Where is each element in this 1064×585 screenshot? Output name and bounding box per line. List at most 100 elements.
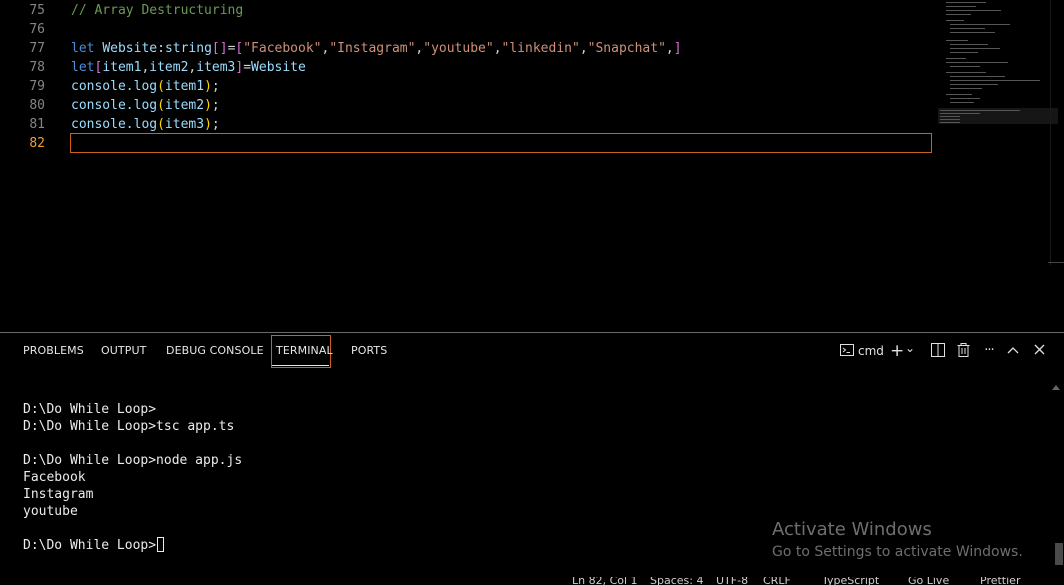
minimap-line bbox=[946, 6, 976, 7]
tab-problems[interactable]: PROBLEMS bbox=[23, 333, 84, 369]
terminal-scroll-up-arrow[interactable] bbox=[1052, 385, 1060, 390]
terminal-cursor bbox=[157, 537, 165, 552]
minimap-line bbox=[950, 98, 980, 99]
maximize-panel-chevron-up-icon[interactable] bbox=[1006, 341, 1020, 361]
minimap-line bbox=[950, 44, 988, 45]
punctuation: : bbox=[157, 41, 165, 56]
string: "linkedin" bbox=[501, 41, 580, 56]
bracket: ( bbox=[157, 117, 165, 132]
terminal-scrollbar-thumb[interactable] bbox=[1055, 543, 1063, 565]
code-editor[interactable]: 75 // Array Destructuring 76 77 let Webs… bbox=[0, 0, 1064, 332]
status-go-live[interactable]: Go Live bbox=[908, 577, 949, 585]
minimap-line bbox=[946, 62, 1008, 63]
code-line-current[interactable]: 82 bbox=[0, 134, 935, 153]
terminal-line: D:\Do While Loop>tsc app.ts bbox=[23, 419, 235, 434]
line-number: 79 bbox=[29, 79, 45, 94]
punctuation: ; bbox=[211, 79, 220, 94]
code-line[interactable]: 79 console.log(item1); bbox=[0, 77, 935, 96]
operator: = bbox=[243, 60, 252, 75]
minimap-line bbox=[946, 10, 1001, 11]
minimap-line bbox=[950, 80, 1040, 81]
method-call: console.log bbox=[71, 98, 158, 113]
terminal-profile-label[interactable]: cmd bbox=[858, 341, 884, 361]
string: "Facebook" bbox=[243, 41, 322, 56]
identifier: item1 bbox=[102, 60, 142, 75]
editor-scrollbar-edge bbox=[1048, 262, 1064, 263]
terminal-icon[interactable] bbox=[840, 341, 854, 361]
watermark-title: Activate Windows bbox=[772, 519, 932, 540]
code-text[interactable]: console.log(item3); bbox=[71, 115, 220, 134]
minimap-line bbox=[946, 40, 968, 41]
string: "youtube" bbox=[423, 41, 494, 56]
terminal-line: Facebook bbox=[23, 470, 86, 485]
minimap-line bbox=[950, 28, 985, 29]
code-text[interactable]: console.log(item2); bbox=[71, 96, 220, 115]
vscode-window: 75 // Array Destructuring 76 77 let Webs… bbox=[0, 0, 1064, 585]
minimap-line bbox=[946, 58, 966, 59]
code-line[interactable]: 78 let[item1,item2,item3]=Website bbox=[0, 58, 935, 77]
minimap-line bbox=[940, 110, 1020, 111]
bracket: ) bbox=[204, 98, 212, 113]
panel-actions: cmd + ⌄ ··· bbox=[834, 333, 1064, 369]
code-line[interactable]: 77 let Website:string[]=["Facebook","Ins… bbox=[0, 39, 935, 58]
status-prettier[interactable]: Prettier bbox=[980, 577, 1020, 585]
bracket: ) bbox=[204, 79, 212, 94]
tab-output[interactable]: OUTPUT bbox=[101, 333, 146, 369]
bracket: ) bbox=[204, 117, 212, 132]
code-text[interactable]: // Array Destructuring bbox=[71, 1, 243, 20]
split-terminal-icon[interactable] bbox=[930, 341, 946, 361]
code-text[interactable]: let Website:string[]=["Facebook","Instag… bbox=[71, 39, 682, 58]
code-line[interactable]: 81 console.log(item3); bbox=[0, 115, 935, 134]
code-line[interactable]: 80 console.log(item2); bbox=[0, 96, 935, 115]
minimap-line bbox=[940, 116, 960, 117]
minimap-line bbox=[950, 66, 980, 67]
close-panel-icon[interactable] bbox=[1032, 341, 1046, 361]
bracket: ( bbox=[157, 79, 165, 94]
status-cursor-position[interactable]: Ln 82, Col 1 bbox=[572, 577, 638, 585]
terminal-line: D:\Do While Loop> bbox=[23, 402, 157, 417]
minimap-line bbox=[950, 32, 995, 33]
minimap-line bbox=[940, 119, 960, 120]
bracket: [] bbox=[211, 41, 228, 56]
code-line[interactable]: 75 // Array Destructuring bbox=[0, 1, 935, 20]
tab-debug-console[interactable]: DEBUG CONSOLE bbox=[166, 333, 264, 369]
kill-terminal-trash-icon[interactable] bbox=[955, 341, 971, 361]
string: "Instagram" bbox=[329, 41, 416, 56]
punctuation: ; bbox=[211, 98, 220, 113]
minimap-line bbox=[946, 20, 964, 21]
string: "Snapchat" bbox=[587, 41, 666, 56]
status-encoding[interactable]: UTF-8 bbox=[716, 577, 748, 585]
code-text[interactable]: console.log(item1); bbox=[71, 77, 220, 96]
tab-ports[interactable]: PORTS bbox=[351, 333, 387, 369]
terminal-line: Instagram bbox=[23, 487, 94, 502]
minimap-line bbox=[950, 84, 998, 85]
status-eol[interactable]: CRLF bbox=[763, 577, 791, 585]
identifier: item3 bbox=[164, 117, 205, 132]
punctuation: , bbox=[493, 41, 502, 56]
line-number: 81 bbox=[29, 117, 45, 132]
new-terminal-dropdown-icon[interactable]: ⌄ bbox=[904, 338, 916, 358]
punctuation: , bbox=[665, 41, 674, 56]
bracket: ] bbox=[673, 41, 682, 56]
comment: // Array Destructuring bbox=[71, 3, 244, 18]
minimap-line bbox=[950, 102, 974, 103]
active-tab-indicator bbox=[272, 365, 329, 366]
punctuation: ; bbox=[211, 117, 220, 132]
editor-scrollbar[interactable] bbox=[1050, 0, 1064, 265]
code-line[interactable]: 76 bbox=[0, 20, 935, 39]
status-language[interactable]: TypeScript bbox=[822, 577, 879, 585]
method-call: console.log bbox=[71, 117, 158, 132]
minimap-line bbox=[946, 94, 972, 95]
status-indentation[interactable]: Spaces: 4 bbox=[650, 577, 703, 585]
more-actions-icon[interactable]: ··· bbox=[980, 341, 998, 361]
minimap-line bbox=[950, 24, 1010, 25]
new-terminal-plus-icon[interactable]: + bbox=[890, 341, 904, 361]
keyword: let bbox=[71, 41, 95, 56]
identifier: Website bbox=[102, 41, 158, 56]
minimap[interactable] bbox=[938, 0, 1058, 130]
type-name: string bbox=[164, 41, 212, 56]
tab-terminal[interactable]: TERMINAL bbox=[276, 333, 333, 369]
code-text[interactable]: let[item1,item2,item3]=Website bbox=[71, 58, 306, 77]
line-number: 75 bbox=[29, 3, 45, 18]
